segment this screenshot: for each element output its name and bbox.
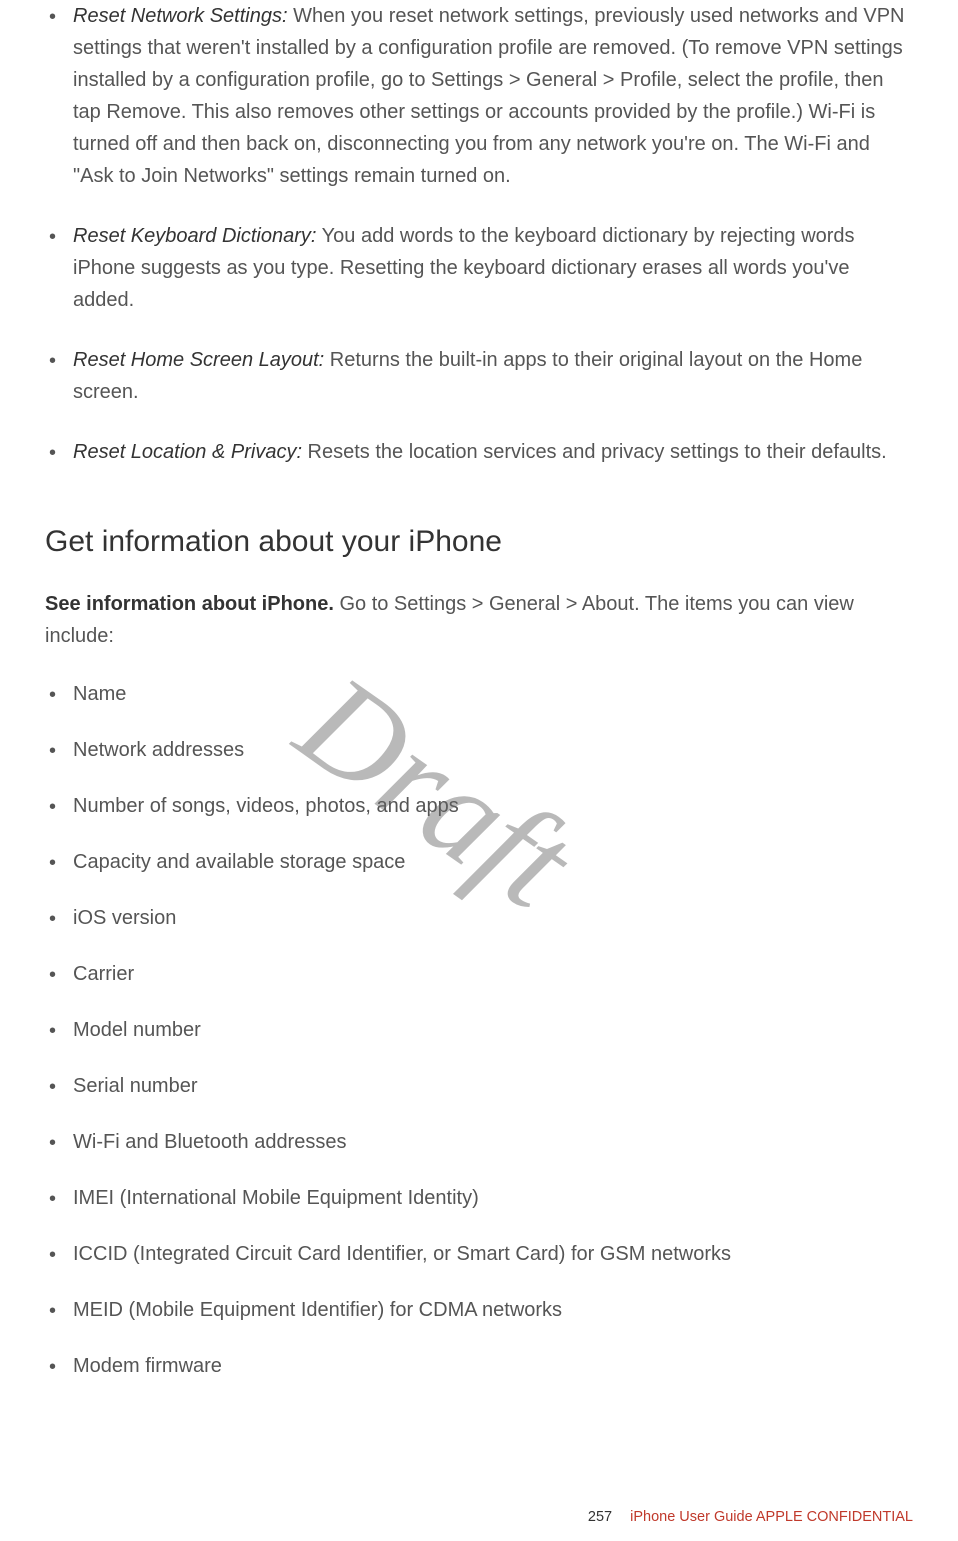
list-item: Wi-Fi and Bluetooth addresses [45,1126,913,1158]
intro-paragraph: See information about iPhone. Go to Sett… [45,588,913,652]
page-number: 257 [588,1509,612,1525]
list-item: Model number [45,1014,913,1046]
intro-bold: See information about iPhone. [45,593,334,615]
list-item: IMEI (International Mobile Equipment Ide… [45,1182,913,1214]
footer-confidential: APPLE CONFIDENTIAL [753,1509,913,1525]
list-item: Network addresses [45,734,913,766]
list-item: Name [45,678,913,710]
list-item: Capacity and available storage space [45,846,913,878]
list-item: MEID (Mobile Equipment Identifier) for C… [45,1294,913,1326]
reset-options-list: Reset Network Settings: When you reset n… [45,0,913,468]
list-item: Serial number [45,1070,913,1102]
reset-item: Reset Location & Privacy: Resets the loc… [45,436,913,468]
reset-item: Reset Network Settings: When you reset n… [45,0,913,192]
info-items-list: Name Network addresses Number of songs, … [45,678,913,1382]
footer-guide: iPhone User Guide [630,1509,753,1525]
list-item: Number of songs, videos, photos, and app… [45,790,913,822]
section-heading: Get information about your iPhone [45,518,913,566]
reset-text: Resets the location services and privacy… [302,441,887,463]
page-footer: 257 iPhone User Guide APPLE CONFIDENTIAL [588,1506,913,1529]
reset-term: Reset Network Settings: [73,5,288,27]
reset-term: Reset Keyboard Dictionary: [73,225,316,247]
list-item: ICCID (Integrated Circuit Card Identifie… [45,1238,913,1270]
list-item: iOS version [45,902,913,934]
list-item: Modem firmware [45,1350,913,1382]
list-item: Carrier [45,958,913,990]
reset-item: Reset Home Screen Layout: Returns the bu… [45,344,913,408]
reset-item: Reset Keyboard Dictionary: You add words… [45,220,913,316]
reset-text: When you reset network settings, previou… [73,5,905,187]
reset-term: Reset Location & Privacy: [73,441,302,463]
reset-term: Reset Home Screen Layout: [73,349,324,371]
